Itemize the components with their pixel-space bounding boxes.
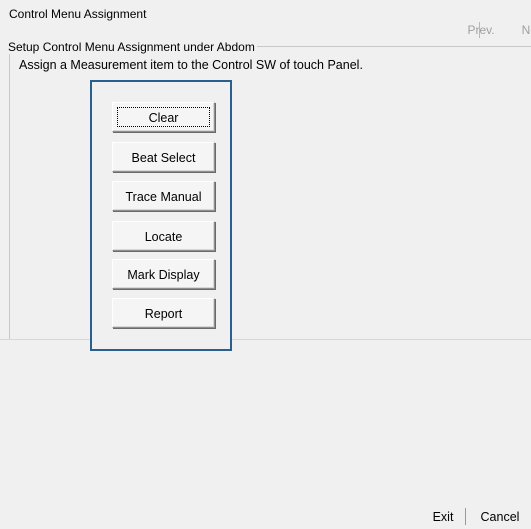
cancel-button[interactable]: Cancel — [471, 508, 529, 526]
menu-button-mark-display[interactable]: Mark Display — [112, 259, 215, 289]
menu-button-beat-select[interactable]: Beat Select — [112, 142, 215, 172]
menu-button-report[interactable]: Report — [112, 298, 215, 328]
menu-button-clear[interactable]: Clear — [112, 102, 215, 132]
setup-groupbox — [9, 46, 531, 340]
group-caption: Setup Control Menu Assignment under Abdo… — [8, 40, 257, 54]
window-title: Control Menu Assignment — [9, 7, 147, 21]
next-button[interactable]: Next — [511, 21, 531, 39]
section-divider — [0, 339, 531, 340]
prev-button[interactable]: Prev. — [458, 21, 504, 39]
menu-button-trace-manual[interactable]: Trace Manual — [112, 181, 215, 211]
menu-button-locate[interactable]: Locate — [112, 221, 215, 251]
control-menu-panel: Clear Beat Select Trace Manual Locate Ma… — [90, 80, 232, 351]
footer-separator — [465, 508, 466, 525]
exit-button[interactable]: Exit — [415, 508, 471, 526]
instruction-text: Assign a Measurement item to the Control… — [19, 58, 363, 72]
nav-separator — [479, 22, 480, 38]
